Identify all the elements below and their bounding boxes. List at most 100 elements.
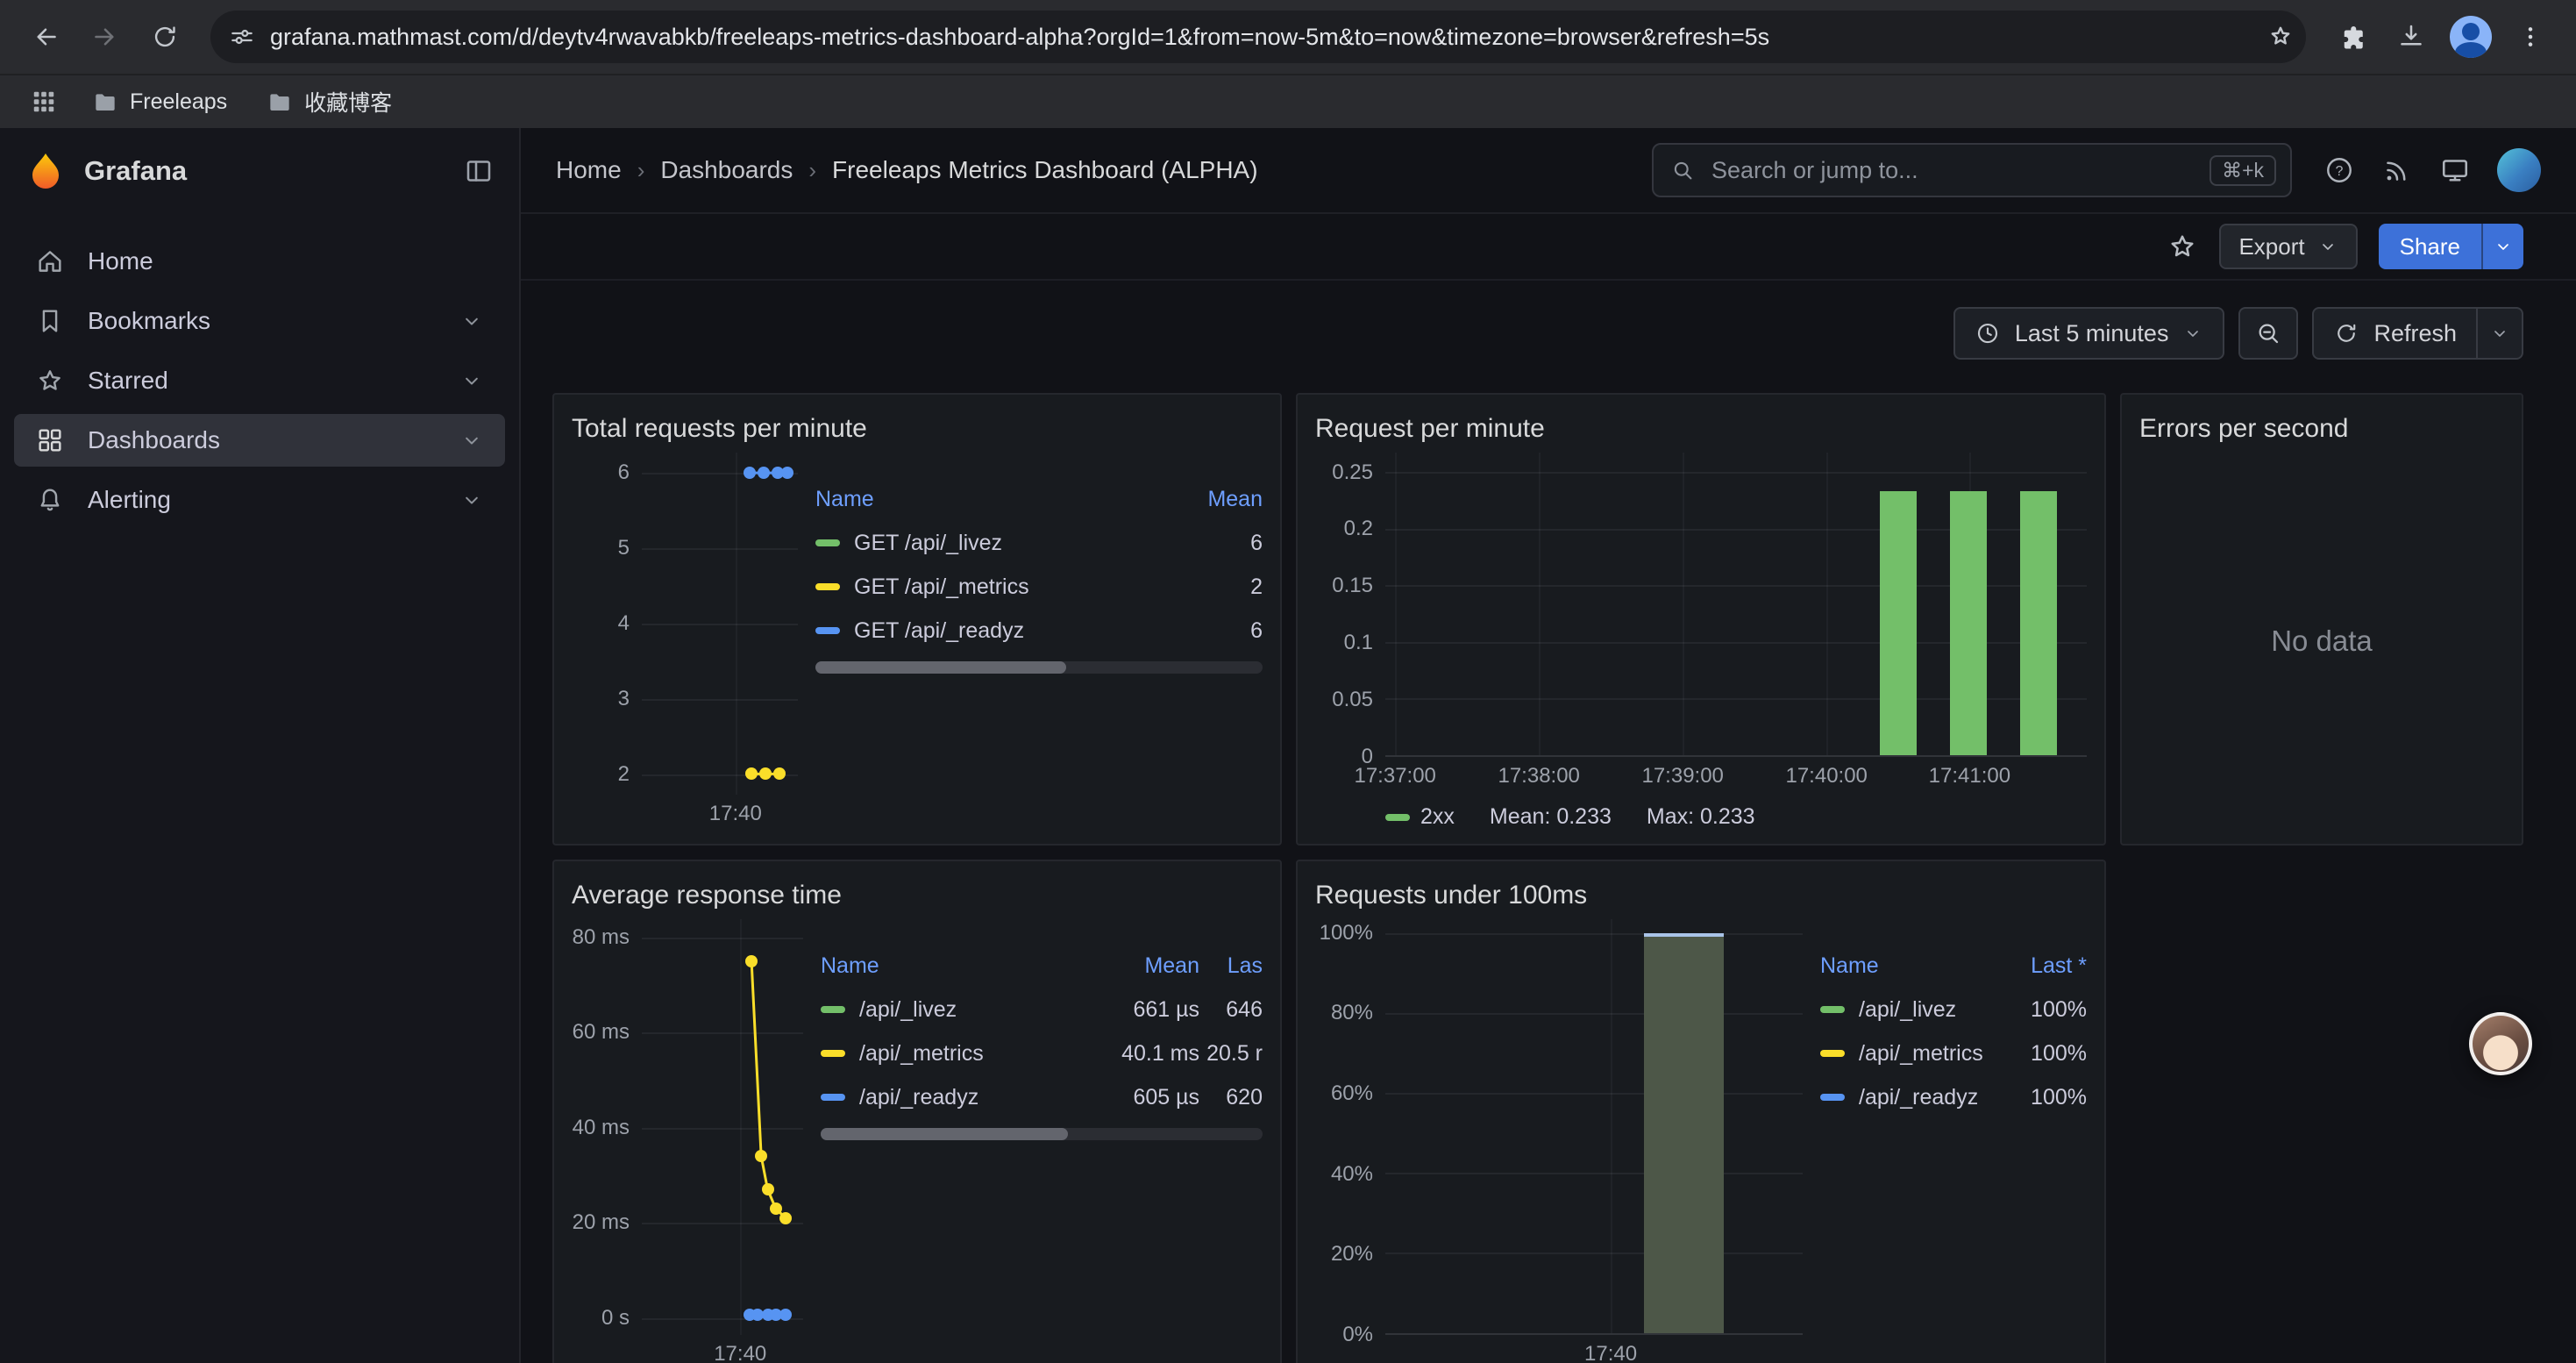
panel-title[interactable]: Requests under 100ms bbox=[1315, 872, 2087, 919]
sidebar-item-dashboards[interactable]: Dashboards bbox=[14, 414, 505, 467]
sidebar: Grafana Home Bookmarks Starred Dashboard… bbox=[0, 128, 521, 1363]
legend-header-name[interactable]: Name bbox=[815, 487, 1175, 512]
grafana-logo[interactable] bbox=[25, 150, 67, 192]
star-icon bbox=[35, 366, 65, 396]
url-bar[interactable]: grafana.mathmast.com/d/deytv4rwavabkb/fr… bbox=[210, 11, 2306, 63]
refresh-interval-button[interactable] bbox=[2478, 307, 2523, 360]
export-button[interactable]: Export bbox=[2219, 224, 2357, 269]
panel-total-requests: Total requests per minute 6 5 4 3 2 bbox=[552, 393, 1282, 846]
panel-request-per-minute: Request per minute 0.25 0.2 0.15 0.1 0.0… bbox=[1296, 393, 2106, 846]
bookmark-star-icon[interactable] bbox=[2266, 22, 2295, 52]
site-info-icon[interactable] bbox=[228, 23, 256, 51]
time-range-label: Last 5 minutes bbox=[2015, 320, 2169, 347]
legend-scrollbar[interactable] bbox=[821, 1128, 1263, 1140]
time-range-picker[interactable]: Last 5 minutes bbox=[1953, 307, 2225, 360]
back-button[interactable] bbox=[18, 9, 74, 65]
legend-row: /api/_metrics 100% bbox=[1820, 1031, 2087, 1075]
legend-max: Max: 0.233 bbox=[1647, 804, 1755, 830]
bookmark-icon bbox=[35, 306, 65, 336]
legend-series-name[interactable]: GET /api/_metrics bbox=[854, 574, 1029, 600]
legend-last-value: 620 bbox=[1199, 1085, 1263, 1110]
refresh-button[interactable]: Refresh bbox=[2312, 307, 2478, 360]
url-text[interactable]: grafana.mathmast.com/d/deytv4rwavabkb/fr… bbox=[270, 24, 2252, 51]
legend-header-name[interactable]: Name bbox=[821, 953, 1098, 979]
legend-series-name[interactable]: /api/_readyz bbox=[859, 1085, 978, 1110]
bookmark-folder-blogs[interactable]: 收藏博客 bbox=[252, 81, 406, 123]
panel-title[interactable]: Errors per second bbox=[2139, 405, 2504, 453]
panel-title[interactable]: Average response time bbox=[572, 872, 1263, 919]
monitor-icon[interactable] bbox=[2439, 154, 2471, 186]
search-box[interactable]: ⌘+k bbox=[1652, 143, 2292, 197]
legend-header-name[interactable]: Name bbox=[1820, 953, 2003, 979]
sidebar-item-starred[interactable]: Starred bbox=[14, 354, 505, 407]
y-axis: 6 5 4 3 2 bbox=[572, 453, 642, 795]
chevron-down-icon[interactable] bbox=[459, 428, 484, 453]
sidebar-collapse-icon[interactable] bbox=[463, 155, 495, 187]
sidebar-item-home[interactable]: Home bbox=[14, 235, 505, 288]
legend-series-name[interactable]: GET /api/_livez bbox=[854, 531, 1002, 556]
sidebar-item-alerting[interactable]: Alerting bbox=[14, 474, 505, 526]
export-label: Export bbox=[2238, 233, 2304, 260]
legend-row: /api/_livez 661 µs 646 bbox=[821, 988, 1263, 1031]
legend-series-name[interactable]: GET /api/_readyz bbox=[854, 618, 1024, 644]
share-menu-button[interactable] bbox=[2481, 224, 2523, 269]
breadcrumb-home[interactable]: Home bbox=[556, 156, 622, 184]
legend-series-name[interactable]: /api/_metrics bbox=[859, 1041, 984, 1067]
zoom-out-button[interactable] bbox=[2238, 307, 2298, 360]
apps-grid-button[interactable] bbox=[21, 79, 67, 125]
search-input[interactable] bbox=[1708, 155, 2197, 186]
chevron-down-icon[interactable] bbox=[459, 309, 484, 333]
assistant-avatar[interactable] bbox=[2469, 1012, 2532, 1075]
legend-mean-value: 2 bbox=[1175, 574, 1263, 600]
reload-button[interactable] bbox=[137, 9, 193, 65]
zoom-out-icon bbox=[2254, 319, 2282, 347]
help-icon[interactable]: ? bbox=[2323, 154, 2355, 186]
series-color-dash bbox=[815, 539, 840, 546]
sidebar-item-label: Bookmarks bbox=[88, 307, 210, 335]
legend-series-name[interactable]: /api/_metrics bbox=[1859, 1041, 1983, 1067]
share-button[interactable]: Share bbox=[2379, 224, 2481, 269]
legend-header-mean[interactable]: Mean bbox=[1175, 487, 1263, 512]
bookmark-folder-freeleaps[interactable]: Freeleaps bbox=[77, 82, 241, 121]
folder-icon bbox=[91, 88, 119, 116]
sidebar-nav: Home Bookmarks Starred Dashboards Alerti… bbox=[0, 214, 519, 526]
legend-header-last[interactable]: Last * bbox=[2003, 953, 2087, 979]
legend-series-name[interactable]: 2xx bbox=[1420, 804, 1455, 830]
browser-menu-button[interactable] bbox=[2502, 9, 2558, 65]
chevron-down-icon bbox=[2317, 236, 2338, 257]
legend-row: GET /api/_readyz 6 bbox=[815, 609, 1263, 653]
legend-last-value: 100% bbox=[2003, 1085, 2087, 1110]
chevron-down-icon[interactable] bbox=[459, 368, 484, 393]
clock-icon bbox=[1975, 320, 2001, 346]
brand-title: Grafana bbox=[84, 155, 187, 187]
user-avatar[interactable] bbox=[2497, 148, 2541, 192]
profile-button[interactable] bbox=[2443, 9, 2499, 65]
downloads-button[interactable] bbox=[2383, 9, 2439, 65]
favorite-star-icon[interactable] bbox=[2167, 231, 2198, 262]
forward-button[interactable] bbox=[77, 9, 133, 65]
dashboard-actions-row: Export Share bbox=[521, 214, 2576, 281]
legend-series-name[interactable]: /api/_readyz bbox=[1859, 1085, 1978, 1110]
dashboard-grid: Total requests per minute 6 5 4 3 2 bbox=[521, 360, 2576, 1363]
panel-title[interactable]: Request per minute bbox=[1315, 405, 2087, 453]
legend-header-mean[interactable]: Mean bbox=[1098, 953, 1199, 979]
bookmark-label: Freeleaps bbox=[130, 89, 227, 115]
refresh-button-group: Refresh bbox=[2312, 307, 2523, 360]
sidebar-item-bookmarks[interactable]: Bookmarks bbox=[14, 295, 505, 347]
rss-icon[interactable] bbox=[2381, 154, 2413, 186]
extensions-button[interactable] bbox=[2323, 9, 2380, 65]
series-color-dash bbox=[1820, 1094, 1845, 1101]
x-axis: 17:37:00 17:38:00 17:39:00 17:40:00 17:4… bbox=[1385, 757, 2087, 792]
x-axis: 17:40 bbox=[642, 795, 798, 830]
legend: Name Mean Las /api/_livez 661 µs 646 /ap… bbox=[821, 919, 1263, 1363]
legend-scrollbar[interactable] bbox=[815, 661, 1263, 674]
panel-title[interactable]: Total requests per minute bbox=[572, 405, 1263, 453]
chevron-down-icon bbox=[2493, 236, 2514, 257]
chevron-down-icon[interactable] bbox=[459, 488, 484, 512]
sidebar-item-label: Dashboards bbox=[88, 426, 220, 454]
legend-series-name[interactable]: /api/_livez bbox=[859, 997, 957, 1023]
breadcrumb-dashboards[interactable]: Dashboards bbox=[660, 156, 793, 184]
legend-header-last[interactable]: Las bbox=[1199, 953, 1263, 979]
legend-series-name[interactable]: /api/_livez bbox=[1859, 997, 1956, 1023]
series-color-dash bbox=[1820, 1050, 1845, 1057]
